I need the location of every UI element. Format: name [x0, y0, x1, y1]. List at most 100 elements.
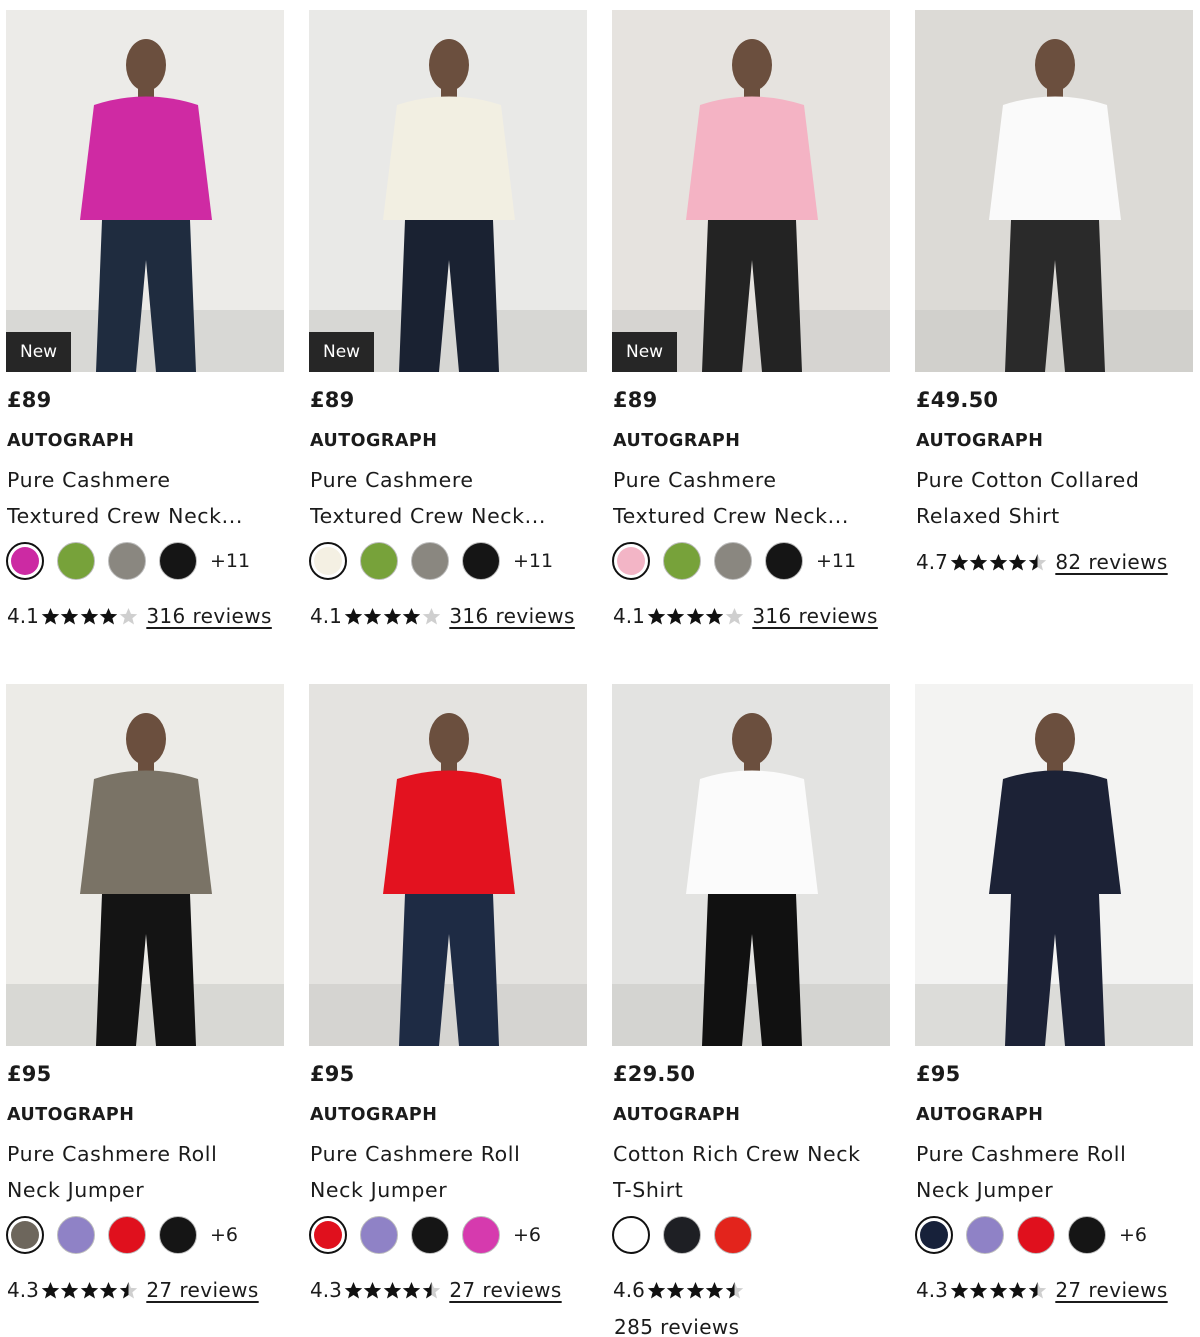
product-card[interactable]: New £89 AUTOGRAPH Pure Cashmere Textured Cre…	[612, 10, 890, 628]
product-image[interactable]: New	[309, 10, 587, 372]
star-rating	[950, 1281, 1048, 1300]
star-icon	[989, 553, 1008, 570]
product-name[interactable]: Pure Cashmere Textured Crew Neck...	[7, 462, 287, 534]
colour-swatch[interactable]	[714, 1216, 752, 1254]
product-card[interactable]: £29.50 AUTOGRAPH Cotton Rich Crew Neck T-Sh…	[612, 684, 890, 1337]
colour-swatch[interactable]	[57, 542, 95, 580]
product-price: £95	[916, 1062, 961, 1086]
star-icon	[970, 1281, 988, 1298]
rating-summary: 4.6 285 reviews	[613, 1278, 752, 1337]
star-rating	[344, 607, 442, 626]
colour-swatch[interactable]	[6, 542, 44, 580]
more-colours-link[interactable]: +6	[210, 1224, 238, 1246]
more-colours-link[interactable]: +11	[816, 550, 856, 572]
model-photo	[915, 10, 1193, 372]
product-brand: AUTOGRAPH	[310, 1105, 438, 1125]
colour-swatch[interactable]	[360, 1216, 398, 1254]
more-colours-link[interactable]: +6	[513, 1224, 541, 1246]
product-card[interactable]: New £89 AUTOGRAPH Pure Cashmere Textured Cre…	[6, 10, 284, 628]
colour-swatch[interactable]	[765, 542, 803, 580]
reviews-link[interactable]: 285 reviews	[614, 1315, 740, 1337]
star-rating	[950, 553, 1048, 572]
garment-top	[989, 770, 1121, 894]
colour-swatch[interactable]	[108, 542, 146, 580]
star-icon	[364, 1281, 382, 1298]
reviews-link[interactable]: 316 reviews	[449, 604, 575, 628]
rating-value: 4.6	[613, 1278, 645, 1302]
product-name-line: Neck Jumper	[916, 1178, 1054, 1202]
colour-swatch[interactable]	[966, 1216, 1004, 1254]
product-name[interactable]: Pure Cashmere Textured Crew Neck...	[310, 462, 590, 534]
reviews-link[interactable]: 316 reviews	[146, 604, 272, 628]
product-name-line: Pure Cashmere Roll	[916, 1142, 1127, 1166]
reviews-link[interactable]: 316 reviews	[752, 604, 878, 628]
colour-swatch[interactable]	[915, 1216, 953, 1254]
product-grid: New £89 AUTOGRAPH Pure Cashmere Textured Cre…	[0, 0, 1200, 1337]
product-card[interactable]: New £89 AUTOGRAPH Pure Cashmere Textured Cre…	[309, 10, 587, 628]
product-price: £89	[7, 388, 52, 412]
colour-swatch[interactable]	[1017, 1216, 1055, 1254]
colour-swatch[interactable]	[309, 542, 347, 580]
product-image[interactable]	[915, 10, 1193, 372]
model-head	[732, 713, 772, 765]
more-colours-link[interactable]: +11	[513, 550, 553, 572]
more-colours-link[interactable]: +6	[1119, 1224, 1147, 1246]
colour-swatch[interactable]	[462, 1216, 500, 1254]
colour-swatch[interactable]	[108, 1216, 146, 1254]
product-name-line: Pure Cashmere Roll	[310, 1142, 521, 1166]
product-image[interactable]	[309, 684, 587, 1046]
rating-summary: 4.3 27 reviews	[7, 1278, 259, 1302]
colour-swatch[interactable]	[6, 1216, 44, 1254]
product-card[interactable]: £95 AUTOGRAPH Pure Cashmere Roll Neck Jumpe…	[309, 684, 587, 1302]
product-name-line: Cotton Rich Crew Neck	[613, 1142, 861, 1166]
product-name[interactable]: Pure Cashmere Roll Neck Jumper	[916, 1136, 1196, 1208]
product-name[interactable]: Pure Cashmere Textured Crew Neck...	[613, 462, 893, 534]
rating-summary: 4.1 316 reviews	[7, 604, 272, 628]
star-icon	[647, 607, 666, 624]
colour-swatch[interactable]	[411, 542, 449, 580]
product-name[interactable]: Pure Cashmere Roll Neck Jumper	[310, 1136, 590, 1208]
star-icon	[100, 1281, 118, 1298]
colour-swatch[interactable]	[612, 542, 650, 580]
star-icon	[667, 1281, 685, 1298]
reviews-link[interactable]: 27 reviews	[1055, 1278, 1167, 1302]
product-name-line: Pure Cashmere Roll	[7, 1142, 218, 1166]
colour-swatches: +11	[309, 541, 553, 581]
star-rating	[647, 1281, 745, 1300]
star-icon	[1028, 1281, 1047, 1298]
product-image[interactable]: New	[612, 10, 890, 372]
product-card[interactable]: £95 AUTOGRAPH Pure Cashmere Roll Neck Jumpe…	[915, 684, 1193, 1302]
colour-swatch[interactable]	[159, 1216, 197, 1254]
product-name[interactable]: Cotton Rich Crew Neck T-Shirt	[613, 1136, 893, 1208]
product-name[interactable]: Pure Cashmere Roll Neck Jumper	[7, 1136, 287, 1208]
colour-swatch[interactable]	[663, 542, 701, 580]
reviews-link[interactable]: 82 reviews	[1055, 550, 1167, 574]
colour-swatch[interactable]	[462, 542, 500, 580]
reviews-link[interactable]: 27 reviews	[146, 1278, 258, 1302]
rating-summary: 4.3 27 reviews	[916, 1278, 1168, 1302]
star-icon	[41, 1281, 60, 1298]
colour-swatch[interactable]	[1068, 1216, 1106, 1254]
product-image[interactable]	[6, 684, 284, 1046]
colour-swatch[interactable]	[411, 1216, 449, 1254]
product-image[interactable]	[612, 684, 890, 1046]
colour-swatches: +6	[309, 1215, 541, 1255]
star-icon	[61, 1281, 79, 1298]
product-card[interactable]: £95 AUTOGRAPH Pure Cashmere Roll Neck Jumpe…	[6, 684, 284, 1302]
product-image[interactable]: New	[6, 10, 284, 372]
colour-swatch[interactable]	[57, 1216, 95, 1254]
product-image[interactable]	[915, 684, 1193, 1046]
star-icon	[706, 607, 724, 624]
colour-swatch[interactable]	[714, 542, 752, 580]
colour-swatch[interactable]	[663, 1216, 701, 1254]
colour-swatch[interactable]	[360, 542, 398, 580]
star-icon	[725, 1281, 744, 1298]
reviews-link[interactable]: 27 reviews	[449, 1278, 561, 1302]
more-colours-link[interactable]: +11	[210, 550, 250, 572]
colour-swatch[interactable]	[309, 1216, 347, 1254]
garment-top	[80, 96, 212, 220]
colour-swatch[interactable]	[159, 542, 197, 580]
product-card[interactable]: £49.50 AUTOGRAPH Pure Cotton Collared Relax…	[915, 10, 1193, 574]
colour-swatch[interactable]	[612, 1216, 650, 1254]
product-name[interactable]: Pure Cotton Collared Relaxed Shirt	[916, 462, 1196, 534]
